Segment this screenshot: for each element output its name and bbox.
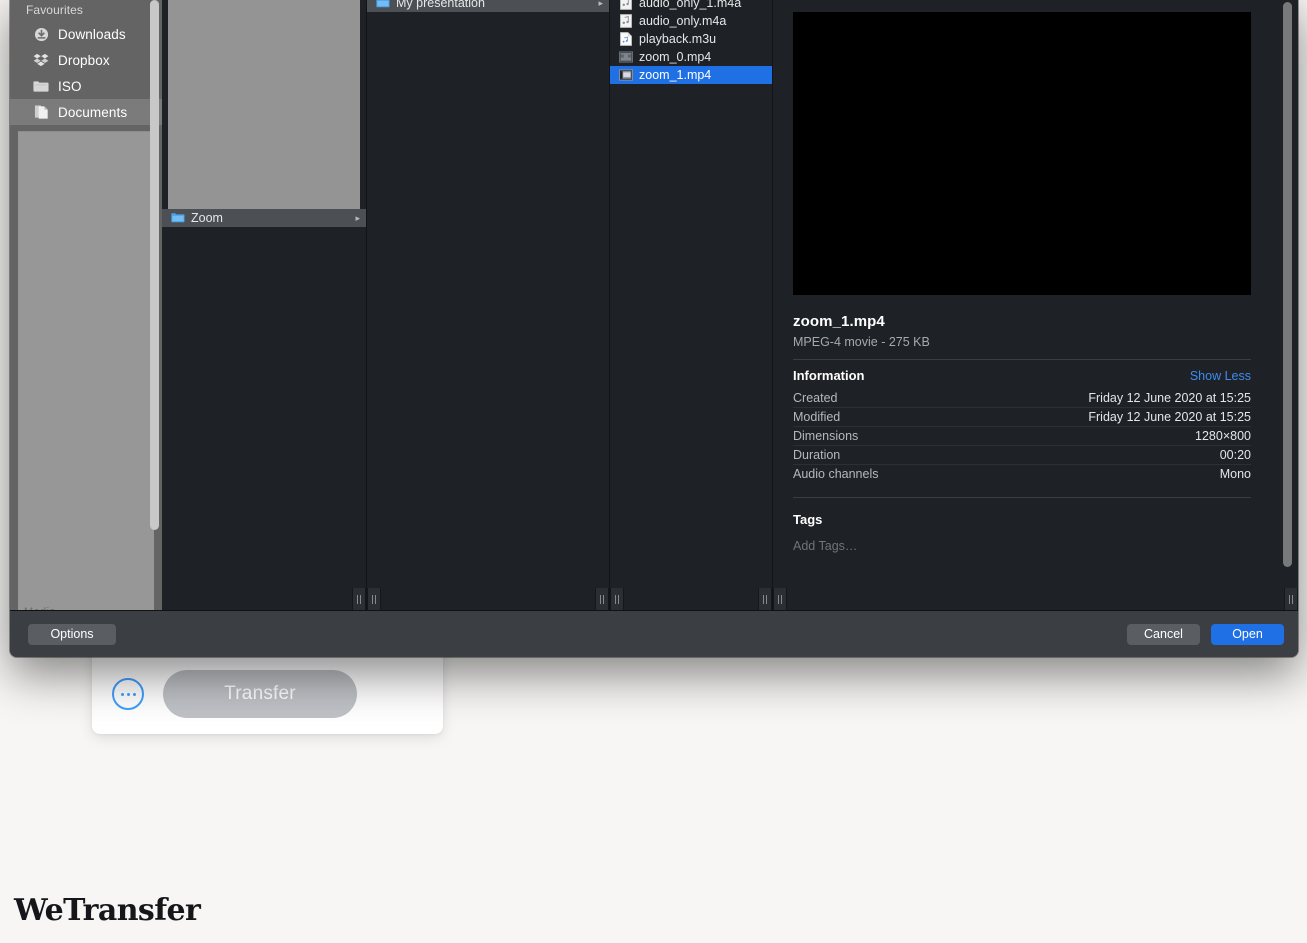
folder-blue-icon — [170, 211, 185, 225]
row-label: audio_only_1.m4a — [639, 0, 742, 10]
sidebar-item-iso[interactable]: ISO — [10, 73, 162, 99]
info-row-dimensions: Dimensions 1280×800 — [793, 427, 1251, 446]
finder-column-2[interactable]: My presentation ▸ — [367, 0, 610, 610]
column-3-resize-handle-left[interactable] — [610, 588, 624, 610]
folder-blue-icon — [375, 0, 390, 10]
options-button[interactable]: Options — [28, 623, 116, 645]
download-circle-icon — [32, 26, 50, 42]
preview-resize-handle-left[interactable] — [773, 588, 787, 610]
sidebar-scrollbar[interactable] — [150, 0, 159, 530]
sidebar-item-label: Dropbox — [58, 52, 110, 68]
sidebar-cutoff-label: Media — [24, 606, 56, 610]
sidebar-item-documents[interactable]: Documents — [10, 99, 162, 125]
column-2-resize-handle-right[interactable] — [595, 588, 609, 610]
info-key: Modified — [793, 410, 841, 424]
video-file-icon — [618, 68, 633, 82]
add-tags-input[interactable]: Add Tags… — [793, 533, 1270, 553]
tags-heading: Tags — [793, 512, 823, 527]
dialog-footer: Options Cancel Open — [10, 611, 1298, 657]
sidebar-item-label: Documents — [58, 104, 128, 120]
row-label: zoom_0.mp4 — [639, 50, 712, 64]
row-label: Zoom — [191, 211, 223, 225]
more-options-icon[interactable] — [112, 678, 144, 710]
file-row-zoom-1[interactable]: zoom_1.mp4 — [610, 66, 772, 84]
file-row-audio-only-1[interactable]: audio_only_1.m4a — [610, 0, 772, 12]
show-less-link[interactable]: Show Less — [1190, 369, 1251, 383]
info-row-created: Created Friday 12 June 2020 at 15:25 — [793, 389, 1251, 408]
preview-scrollbar[interactable] — [1283, 2, 1292, 567]
preview-pane: zoom_1.mp4 MPEG-4 movie - 275 KB Informa… — [773, 0, 1298, 610]
music-file-icon — [618, 0, 633, 10]
video-preview-thumbnail[interactable] — [793, 12, 1251, 295]
row-label: playback.m3u — [639, 32, 717, 46]
column-1-resize-handle[interactable] — [352, 588, 366, 610]
sidebar-item-downloads[interactable]: Downloads — [10, 21, 162, 47]
documents-icon — [32, 104, 50, 120]
sidebar-section-title: Favourites — [26, 3, 84, 17]
row-label: zoom_1.mp4 — [639, 68, 712, 82]
dropbox-icon — [32, 52, 50, 68]
preview-file-name: zoom_1.mp4 — [793, 313, 885, 330]
open-button[interactable]: Open — [1211, 623, 1284, 645]
sidebar-item-dropbox[interactable]: Dropbox — [10, 47, 162, 73]
info-value: 1280×800 — [1195, 429, 1251, 443]
column-3-resize-handle-right[interactable] — [758, 588, 772, 610]
wetransfer-page: Transfer WeTransfer Favourites Downloads — [0, 0, 1307, 943]
transfer-button[interactable]: Transfer — [163, 670, 357, 718]
file-row-playback-m3u[interactable]: playback.m3u — [610, 30, 772, 48]
sidebar-item-label: Downloads — [58, 26, 126, 42]
chevron-right-icon: ▸ — [598, 0, 603, 8]
video-file-icon — [618, 50, 633, 64]
finder-column-3-file-list[interactable]: audio_only_1.m4a audio_only.m4a playback… — [610, 0, 773, 610]
file-open-dialog: Favourites Downloads Dropbox ISO Documen… — [10, 0, 1298, 657]
information-heading: Information — [793, 368, 865, 383]
info-value: Friday 12 June 2020 at 15:25 — [1088, 410, 1251, 424]
info-value: Mono — [1219, 467, 1251, 481]
column-2-row-my-presentation[interactable]: My presentation ▸ — [367, 0, 609, 12]
sidebar-item-label: ISO — [58, 78, 82, 94]
tags-section-header: Tags — [793, 498, 1251, 533]
folder-icon — [32, 78, 50, 94]
finder-column-1[interactable]: Zoom ▸ — [162, 0, 367, 610]
preview-file-kind: MPEG-4 movie - 275 KB — [793, 335, 930, 349]
column-1-row-zoom[interactable]: Zoom ▸ — [162, 209, 366, 227]
info-row-modified: Modified Friday 12 June 2020 at 15:25 — [793, 408, 1251, 427]
info-key: Dimensions — [793, 429, 859, 443]
music-file-icon — [618, 14, 633, 28]
info-row-audio-channels: Audio channels Mono — [793, 465, 1251, 483]
wetransfer-logo: WeTransfer — [14, 893, 201, 928]
cancel-button[interactable]: Cancel — [1127, 623, 1200, 645]
wetransfer-card-actions: Transfer — [92, 654, 443, 734]
file-row-audio-only[interactable]: audio_only.m4a — [610, 12, 772, 30]
info-key: Created — [793, 391, 838, 405]
info-row-duration: Duration 00:20 — [793, 446, 1251, 465]
ellipsis-glyph — [120, 692, 136, 696]
file-row-zoom-0[interactable]: zoom_0.mp4 — [610, 48, 772, 66]
row-label: audio_only.m4a — [639, 14, 727, 28]
information-section-header: Information Show Less — [793, 360, 1251, 389]
column-1-preview-block — [168, 0, 360, 209]
info-key: Audio channels — [793, 467, 879, 481]
row-label: My presentation — [396, 0, 485, 10]
footer-actions: Cancel Open — [1127, 623, 1284, 645]
info-value: Friday 12 June 2020 at 15:25 — [1088, 391, 1251, 405]
preview-resize-handle-right[interactable] — [1284, 588, 1298, 610]
column-2-resize-handle-left[interactable] — [367, 588, 381, 610]
finder-browser: Favourites Downloads Dropbox ISO Documen… — [10, 0, 1298, 611]
chevron-right-icon: ▸ — [355, 212, 360, 223]
finder-preview-column: zoom_1.mp4 MPEG-4 movie - 275 KB Informa… — [773, 0, 1298, 610]
sidebar-empty-area: Media — [18, 131, 154, 610]
info-value: 00:20 — [1219, 448, 1251, 462]
playlist-file-icon — [618, 32, 633, 46]
info-key: Duration — [793, 448, 841, 462]
sidebar: Favourites Downloads Dropbox ISO Documen… — [10, 0, 162, 610]
